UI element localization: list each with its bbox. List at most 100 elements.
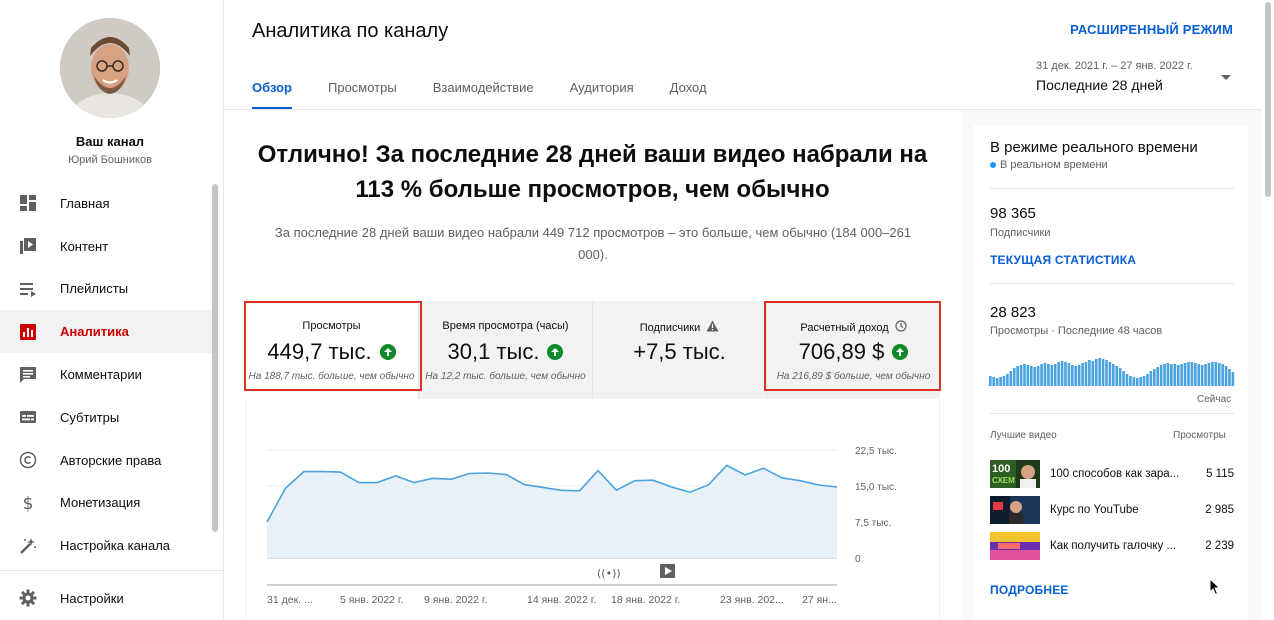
realtime-bar xyxy=(1016,366,1019,386)
x-tick-label: 18 янв. 2022 г. xyxy=(611,594,680,606)
realtime-bar xyxy=(1221,364,1224,386)
x-tick-label: 23 янв. 202... xyxy=(720,594,784,606)
video-thumbnail xyxy=(990,532,1040,560)
tab-audience[interactable]: Аудитория xyxy=(570,72,634,110)
sidebar-item-subtitles[interactable]: Субтитры xyxy=(0,396,212,439)
realtime-bar xyxy=(1040,364,1043,386)
metric-value: 30,1 тыс. xyxy=(447,339,540,364)
metric-card-watch-time[interactable]: Время просмотра (часы) 30,1 тыс. На 12,2… xyxy=(419,301,593,399)
chevron-down-icon[interactable] xyxy=(1221,75,1231,80)
realtime-bar xyxy=(1183,363,1187,386)
realtime-bar xyxy=(1214,362,1218,386)
realtime-bar xyxy=(1180,364,1183,386)
svg-text:100: 100 xyxy=(992,463,1010,475)
realtime-bar xyxy=(1094,359,1098,386)
magic-wand-icon xyxy=(18,536,38,556)
channel-avatar[interactable] xyxy=(60,18,160,118)
realtime-bar xyxy=(1088,360,1091,386)
live-broadcast-icon: ((•)) xyxy=(597,567,621,580)
realtime-bar xyxy=(1194,363,1197,386)
sidebar-item-label: Главная xyxy=(60,195,110,211)
sidebar-item-content[interactable]: Контент xyxy=(0,225,212,268)
y-tick-label: 22,5 тыс. xyxy=(855,446,897,457)
realtime-bar xyxy=(1012,368,1016,386)
tab-reach[interactable]: Просмотры xyxy=(328,72,397,110)
x-tick-label: 5 янв. 2022 г. xyxy=(340,594,403,606)
views-chart[interactable]: 22,5 тыс. 15,0 тыс. 7,5 тыс. 0 ((•)) 31 дек. … xyxy=(245,399,940,620)
realtime-bar-chart[interactable] xyxy=(989,345,1235,387)
realtime-bar xyxy=(999,377,1002,386)
sidebar-item-copyright[interactable]: Авторские права xyxy=(0,439,212,482)
realtime-bar xyxy=(1043,363,1047,386)
see-more-link[interactable]: ПОДРОБНЕЕ xyxy=(990,583,1069,597)
realtime-bar xyxy=(1091,361,1095,386)
metric-value: +7,5 тыс. xyxy=(633,339,726,364)
realtime-bar xyxy=(1187,362,1190,386)
copyright-icon xyxy=(18,450,38,470)
highlight-box-views xyxy=(244,301,422,391)
tab-revenue[interactable]: Доход xyxy=(670,72,707,110)
realtime-bar xyxy=(1053,364,1057,386)
video-thumbnail: 100 СХЕМ xyxy=(990,460,1040,488)
warning-icon xyxy=(706,320,719,335)
video-library-icon xyxy=(18,236,38,256)
realtime-bar xyxy=(1098,358,1101,386)
realtime-bar xyxy=(1153,369,1156,386)
sidebar-item-analytics[interactable]: Аналитика xyxy=(0,310,212,354)
realtime-bar xyxy=(1084,362,1088,386)
x-tick-label: 27 ян... xyxy=(802,594,837,606)
summary-subline: За последние 28 дней ваши видео набрали … xyxy=(274,225,912,262)
realtime-bar xyxy=(1207,363,1211,386)
sidebar-item-label: Субтитры xyxy=(60,409,120,425)
current-stats-link[interactable]: ТЕКУЩАЯ СТАТИСТИКА xyxy=(990,253,1136,267)
top-video-row[interactable]: Как получить галочку ... 2 239 xyxy=(990,532,1234,560)
sidebar-nav: Главная Контент Плейлисты Аналитика Комм… xyxy=(0,182,212,567)
channel-owner-name: Юрий Бошников xyxy=(68,154,152,166)
realtime-bar xyxy=(1146,374,1149,386)
date-preset-select[interactable]: Последние 28 дней xyxy=(1036,77,1163,93)
realtime-bar xyxy=(1125,374,1129,386)
realtime-bar xyxy=(1067,363,1071,386)
realtime-bar xyxy=(989,376,992,386)
page-scrollbar[interactable] xyxy=(1265,2,1271,197)
y-tick-label: 7,5 тыс. xyxy=(855,518,891,529)
tab-engagement[interactable]: Взаимодействие xyxy=(433,72,534,110)
realtime-views-count: 28 823 xyxy=(990,304,1036,321)
realtime-bar xyxy=(1057,362,1060,386)
metric-title: Подписчики xyxy=(639,321,701,334)
sidebar-divider xyxy=(0,570,223,571)
realtime-bar xyxy=(1190,362,1194,386)
sidebar-item-label: Контент xyxy=(60,238,109,254)
subscribers-label: Подписчики xyxy=(990,227,1051,239)
tab-overview[interactable]: Обзор xyxy=(252,72,292,110)
summary-headline: Отлично! За последние 28 дней ваши видео… xyxy=(257,141,928,203)
metric-note: На 12,2 тыс. больше, чем обычно xyxy=(425,371,586,382)
realtime-bar xyxy=(992,377,996,386)
sidebar-item-label: Плейлисты xyxy=(60,281,129,297)
x-tick-label: 9 янв. 2022 г. xyxy=(424,594,487,606)
mouse-cursor-icon xyxy=(1209,578,1221,596)
sidebar-item-monetization[interactable]: $ Монетизация xyxy=(0,482,212,525)
sidebar-item-settings[interactable]: Настройки xyxy=(0,577,212,620)
realtime-bar xyxy=(1112,364,1115,386)
metric-card-subscribers[interactable]: Подписчики +7,5 тыс. xyxy=(593,301,767,399)
sidebar-scrollbar[interactable] xyxy=(212,184,218,532)
top-video-row[interactable]: Курс по YouTube 2 985 xyxy=(990,496,1234,524)
sidebar-item-comments[interactable]: Комментарии xyxy=(0,353,212,396)
realtime-bar xyxy=(995,378,999,386)
sidebar-item-label: Комментарии xyxy=(60,367,142,383)
realtime-live-label: В реальном времени xyxy=(1000,159,1108,171)
realtime-bar xyxy=(1156,367,1160,386)
sidebar-item-customization[interactable]: Настройка канала xyxy=(0,524,212,567)
top-video-row[interactable]: 100 СХЕМ 100 способов как зара... 5 115 xyxy=(990,460,1234,488)
channel-title: Ваш канал xyxy=(75,134,145,149)
advanced-mode-link[interactable]: РАСШИРЕННЫЙ РЕЖИМ xyxy=(1070,22,1233,37)
realtime-title: В режиме реального времени xyxy=(990,139,1198,156)
video-views: 2 239 xyxy=(1205,540,1234,552)
comment-icon xyxy=(18,365,38,385)
sidebar-item-playlists[interactable]: Плейлисты xyxy=(0,268,212,311)
realtime-bar xyxy=(1081,363,1084,386)
realtime-bar xyxy=(1217,363,1221,386)
sidebar-item-label: Настройки xyxy=(60,590,124,606)
sidebar-item-dashboard[interactable]: Главная xyxy=(0,182,212,225)
